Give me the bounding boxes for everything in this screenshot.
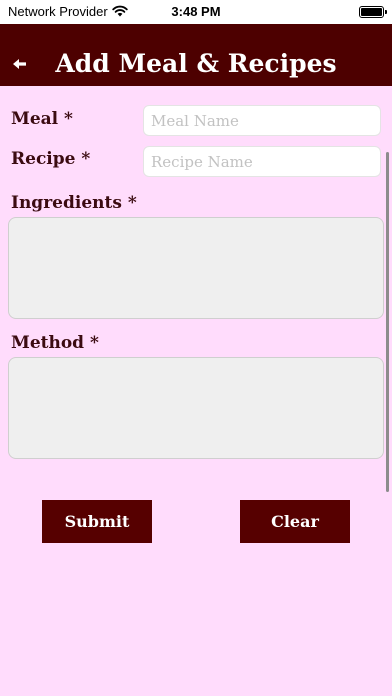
- clear-button[interactable]: Clear: [240, 500, 350, 543]
- method-label: Method *: [11, 333, 99, 353]
- ingredients-textarea[interactable]: [8, 217, 384, 319]
- battery-icon: [359, 6, 387, 18]
- method-textarea[interactable]: [8, 357, 384, 459]
- recipe-name-input[interactable]: [143, 146, 381, 177]
- meal-label: Meal *: [11, 109, 73, 129]
- battery-level: [361, 8, 382, 16]
- submit-button[interactable]: Submit: [42, 500, 152, 543]
- nav-bar: Add Meal & Recipes: [0, 24, 392, 86]
- ingredients-label: Ingredients *: [11, 193, 137, 213]
- recipe-label: Recipe *: [11, 149, 91, 169]
- status-time: 3:48 PM: [171, 4, 221, 19]
- page-title: Add Meal & Recipes: [55, 49, 337, 78]
- status-bar: Network Provider 3:48 PM: [0, 0, 392, 24]
- meal-name-input[interactable]: [143, 105, 381, 136]
- scroll-indicator[interactable]: [386, 152, 389, 492]
